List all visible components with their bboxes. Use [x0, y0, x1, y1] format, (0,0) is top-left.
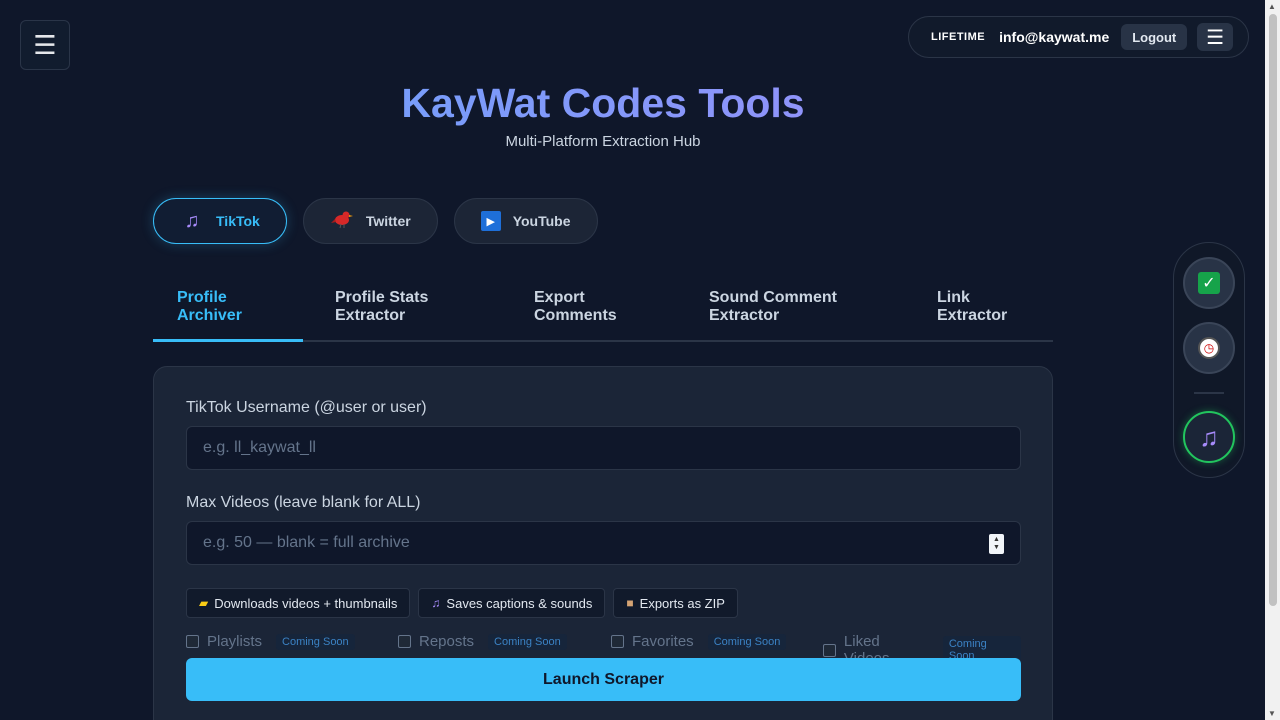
checkbox[interactable] [398, 635, 411, 648]
max-videos-label: Max Videos (leave blank for ALL) [186, 494, 421, 511]
platform-tab-twitter[interactable]: Twitter [302, 198, 438, 244]
tab-label: Sound Comment [709, 289, 837, 306]
checkmark-icon: ✓ [1198, 272, 1220, 294]
account-bar: LIFETIME info@kaywat.me Logout ☰ [908, 16, 1249, 58]
tool-tabs: Profile Archiver Profile Stats Extractor… [153, 280, 1053, 342]
user-email: info@kaywat.me [999, 29, 1110, 45]
tab-profile-archiver[interactable]: Profile Archiver [153, 280, 303, 342]
scroll-thumb[interactable] [1269, 14, 1277, 606]
clock-icon: ◷ [1198, 337, 1220, 359]
tab-label: Extractor [709, 307, 780, 324]
side-rail: ✓ ◷ ♫ [1173, 242, 1245, 478]
tab-export-comments[interactable]: Export Comments [502, 280, 677, 340]
username-placeholder: e.g. ll_kaywat_ll [203, 439, 316, 456]
option-label: Playlists [207, 633, 263, 650]
package-icon: ■ [626, 596, 634, 610]
max-videos-input[interactable]: e.g. 50 — blank = full archive ▲ ▼ [186, 521, 1021, 565]
number-stepper[interactable]: ▲ ▼ [989, 534, 1004, 554]
menu-button[interactable]: ☰ [20, 20, 70, 70]
username-label: TikTok Username (@user or user) [186, 399, 427, 416]
account-menu-button[interactable]: ☰ [1197, 23, 1234, 51]
platform-tab-label: YouTube [512, 213, 571, 229]
feature-chips: ▰ Downloads videos + thumbnails ♫ Saves … [186, 588, 738, 618]
tab-sound-comment-extractor[interactable]: Sound Comment Extractor [677, 280, 905, 340]
folder-icon: ▰ [199, 596, 209, 610]
platform-tab-label: TikTok [216, 213, 260, 229]
rail-tiktok-button[interactable]: ♫ [1183, 411, 1235, 463]
tab-label: Extractor [335, 307, 406, 324]
option-reposts[interactable]: Reposts Coming Soon [398, 633, 567, 650]
play-icon: ▶ [480, 211, 501, 231]
feature-chip: ♫ Saves captions & sounds [418, 588, 606, 618]
launch-scraper-button[interactable]: Launch Scraper [186, 658, 1021, 701]
option-checkboxes: Playlists Coming Soon Reposts Coming Soo… [186, 633, 1021, 667]
coming-soon-badge: Coming Soon [707, 633, 787, 650]
logout-button[interactable]: Logout [1121, 24, 1188, 50]
option-label: Reposts [419, 633, 475, 650]
chip-label: Downloads videos + thumbnails [214, 595, 398, 611]
coming-soon-badge: Coming Soon [276, 633, 355, 650]
tab-label: Archiver [177, 307, 242, 324]
checkbox[interactable] [186, 635, 199, 648]
tab-profile-stats-extractor[interactable]: Profile Stats Extractor [303, 280, 502, 340]
music-note-icon: ♫ [184, 209, 200, 232]
tab-label: Export [534, 289, 585, 306]
scroll-down-icon[interactable]: ▼ [1268, 709, 1276, 718]
platform-tabs: ♫ TikTok Twitter ▶ YouTube [153, 198, 598, 244]
tab-label: Profile [177, 289, 227, 306]
chip-label: Saves captions & sounds [446, 595, 593, 611]
option-playlists[interactable]: Playlists Coming Soon [186, 633, 355, 650]
platform-tab-label: Twitter [365, 213, 411, 229]
rail-tasks-button[interactable]: ✓ [1183, 257, 1235, 309]
tab-link-extractor[interactable]: Link Extractor [905, 280, 1053, 340]
hamburger-icon: ☰ [33, 29, 57, 60]
plan-badge: LIFETIME [931, 31, 986, 43]
music-note-icon: ♫ [431, 596, 441, 610]
checkbox[interactable] [611, 635, 624, 648]
platform-tab-tiktok[interactable]: ♫ TikTok [153, 198, 287, 244]
checkbox[interactable] [823, 643, 836, 657]
page-scrollbar[interactable]: ▲ ▼ [1265, 0, 1280, 720]
tab-label: Extractor [937, 307, 1008, 324]
username-input[interactable]: e.g. ll_kaywat_ll [186, 426, 1021, 470]
coming-soon-badge: Coming Soon [488, 633, 567, 650]
platform-tab-youtube[interactable]: ▶ YouTube [453, 198, 598, 244]
page-subtitle: Multi-Platform Extraction Hub [505, 133, 701, 150]
bird-icon [330, 207, 354, 235]
hamburger-icon: ☰ [1206, 26, 1225, 49]
option-favorites[interactable]: Favorites Coming Soon [611, 633, 787, 650]
page-title: KayWat Codes Tools [0, 80, 1206, 127]
tab-label: Comments [534, 307, 617, 324]
tab-label: Profile Stats [335, 289, 429, 306]
max-videos-placeholder: e.g. 50 — blank = full archive [203, 534, 410, 551]
option-label: Favorites [632, 633, 694, 650]
scraper-form-panel: TikTok Username (@user or user) e.g. ll_… [153, 366, 1053, 720]
rail-history-button[interactable]: ◷ [1183, 322, 1235, 374]
tab-label: Link [937, 289, 970, 306]
scroll-up-icon[interactable]: ▲ [1268, 2, 1276, 11]
chip-label: Exports as ZIP [639, 595, 725, 611]
music-note-icon: ♫ [1199, 421, 1219, 452]
feature-chip: ■ Exports as ZIP [613, 588, 738, 618]
rail-divider [1194, 392, 1224, 394]
feature-chip: ▰ Downloads videos + thumbnails [186, 588, 411, 618]
